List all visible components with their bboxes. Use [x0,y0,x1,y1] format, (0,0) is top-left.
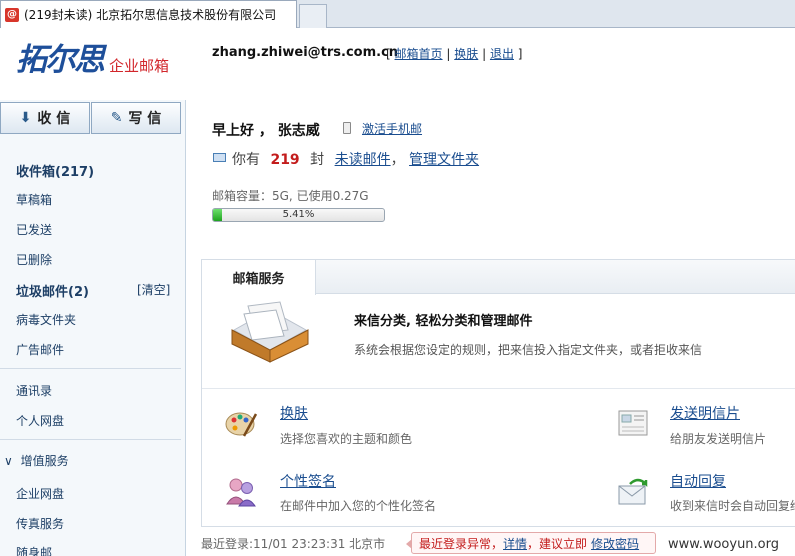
mail-tray-icon [231,301,309,363]
download-icon: ⬇ [19,110,32,126]
warning-pointer [406,539,412,549]
mail-header: 拓尔思 企业邮箱 zhang.zhiwei@trs.com.cn [ 邮箱首页 … [0,28,795,100]
change-password-link[interactable]: 修改密码 [591,535,639,552]
browser-tab-bar: @ (219封未读) 北京拓尔思信息技术股份有限公司 [0,0,795,28]
mail-services-panel: 邮箱服务 来信分类, 轻松分类和管理邮件 系统会根据您设定的规则，把来信投入指定… [201,259,795,527]
sidebar-item-virus[interactable]: 病毒文件夹 [16,311,76,328]
unread-summary: 你有 219 封 未读邮件， 管理文件夹 [232,149,479,169]
feature-description: 系统会根据您设定的规则，把来信投入指定文件夹，或者拒收来信 [354,343,703,357]
watermark-text: www.wooyun.org [668,537,780,552]
service-auto-reply-desc: 收到来信时会自动回复给 [670,499,795,513]
sidebar-item-contacts[interactable]: 通讯录 [16,382,52,399]
edit-icon: ✎ [110,110,123,126]
sidebar-item-enterprise-disk[interactable]: 企业网盘 [16,485,64,502]
warning-mid-text: ，建议立即 [527,536,588,551]
sidebar-divider [0,368,181,369]
service-signature-desc: 在邮件中加入您的个性化签名 [280,499,437,513]
auto-reply-icon [618,478,648,505]
sidebar-item-fax[interactable]: 传真服务 [16,515,64,532]
unread-count: 219 [270,152,300,168]
logo-brand-text: 拓尔思 [16,42,105,78]
service-skin-desc: 选择您喜欢的主题和颜色 [280,432,413,446]
login-warning-badge: 最近登录异常， 详情 ，建议立即 修改密码 [406,532,656,554]
change-skin-link[interactable]: 换肤 [454,47,478,61]
compose-mail-label: 写 信 [128,111,162,127]
main-content: 早上好 ， 张志威 激活手机邮 你有 219 封 未读邮件， 管理文件夹 邮箱容… [187,100,795,556]
browser-tab-active[interactable]: @ (219封未读) 北京拓尔思信息技术股份有限公司 [0,0,297,28]
bracket-open: [ [386,47,391,61]
group-label: 增值服务 [20,454,69,468]
mailbox-capacity: 邮箱容量：5G, 已使用0.27G [212,189,369,203]
palette-icon [225,412,258,437]
service-postcard-desc: 给朋友发送明信片 [670,432,767,446]
new-tab-button[interactable] [299,4,327,28]
unread-mail-link[interactable]: 未读邮件 [335,152,391,168]
sidebar-item-mobile-mail[interactable]: 随身邮 [16,544,52,556]
unread-unit: 封 [310,152,325,168]
feature-title: 来信分类, 轻松分类和管理邮件 [354,314,533,329]
warning-text: 最近登录异常， [419,536,504,551]
sidebar-item-deleted[interactable]: 已删除 [16,251,52,268]
greeting: 早上好 ， 张志威 [212,123,320,139]
mailbox-home-link[interactable]: 邮箱首页 [395,47,443,61]
mail-app-icon: @ [5,7,19,22]
service-skin-link[interactable]: 换肤 [280,403,308,423]
receive-mail-label: 收 信 [37,111,71,127]
phone-icon [343,122,351,134]
sidebar-divider [0,439,181,440]
sidebar-group-value-added[interactable]: ∨ 增值服务 [4,452,69,469]
warning-details-link[interactable]: 详情 [503,535,527,552]
sidebar-item-drafts[interactable]: 草稿箱 [16,191,52,208]
compose-mail-button[interactable]: ✎ 写 信 [91,102,181,134]
logo-product-text: 企业邮箱 [109,57,170,75]
bracket-close: ] [517,47,523,61]
sidebar-item-spam[interactable]: 垃圾邮件(2) [16,281,89,300]
postcard-icon [618,410,648,436]
sidebar-action-buttons: ⬇ 收 信 ✎ 写 信 [0,102,181,134]
link-separator: | [446,47,451,61]
header-links: [ 邮箱首页 | 换肤 | 退出 ] [386,45,522,62]
signature-icon [226,478,256,507]
comma: ， [390,152,405,168]
user-email: zhang.zhiwei@trs.com.cn [212,45,399,60]
chevron-down-icon: ∨ [4,454,13,468]
clear-spam-link[interactable]: [清空] [137,281,170,298]
sidebar-item-ads[interactable]: 广告邮件 [16,341,64,358]
browser-tab-title: (219封未读) 北京拓尔思信息技术股份有限公司 [24,8,277,22]
sidebar-item-inbox[interactable]: 收件箱(217) [16,161,94,180]
link-separator: | [482,47,487,61]
envelope-icon [213,153,226,162]
usage-percent-label: 5.41% [282,209,315,220]
company-logo: 拓尔思 企业邮箱 [16,43,169,77]
sidebar-item-personal-disk[interactable]: 个人网盘 [16,412,64,429]
panel-divider [202,388,795,389]
logout-link[interactable]: 退出 [490,47,514,61]
unread-prefix: 你有 [232,152,260,168]
service-postcard-link[interactable]: 发送明信片 [670,403,740,423]
tab-mail-services[interactable]: 邮箱服务 [201,259,316,295]
service-auto-reply-link[interactable]: 自动回复 [670,471,726,491]
receive-mail-button[interactable]: ⬇ 收 信 [0,102,90,134]
manage-folders-link[interactable]: 管理文件夹 [409,152,479,168]
last-login-info: 最近登录:11/01 23:23:31 北京市 [201,537,386,551]
sidebar: ⬇ 收 信 ✎ 写 信 收件箱(217) 草稿箱 已发送 已删除 垃圾邮件(2)… [0,100,186,556]
service-signature-link[interactable]: 个性签名 [280,471,336,491]
usage-progress-bar: 5.41% [212,208,385,222]
sidebar-item-sent[interactable]: 已发送 [16,221,52,238]
activate-mobile-link[interactable]: 激活手机邮 [362,120,422,137]
